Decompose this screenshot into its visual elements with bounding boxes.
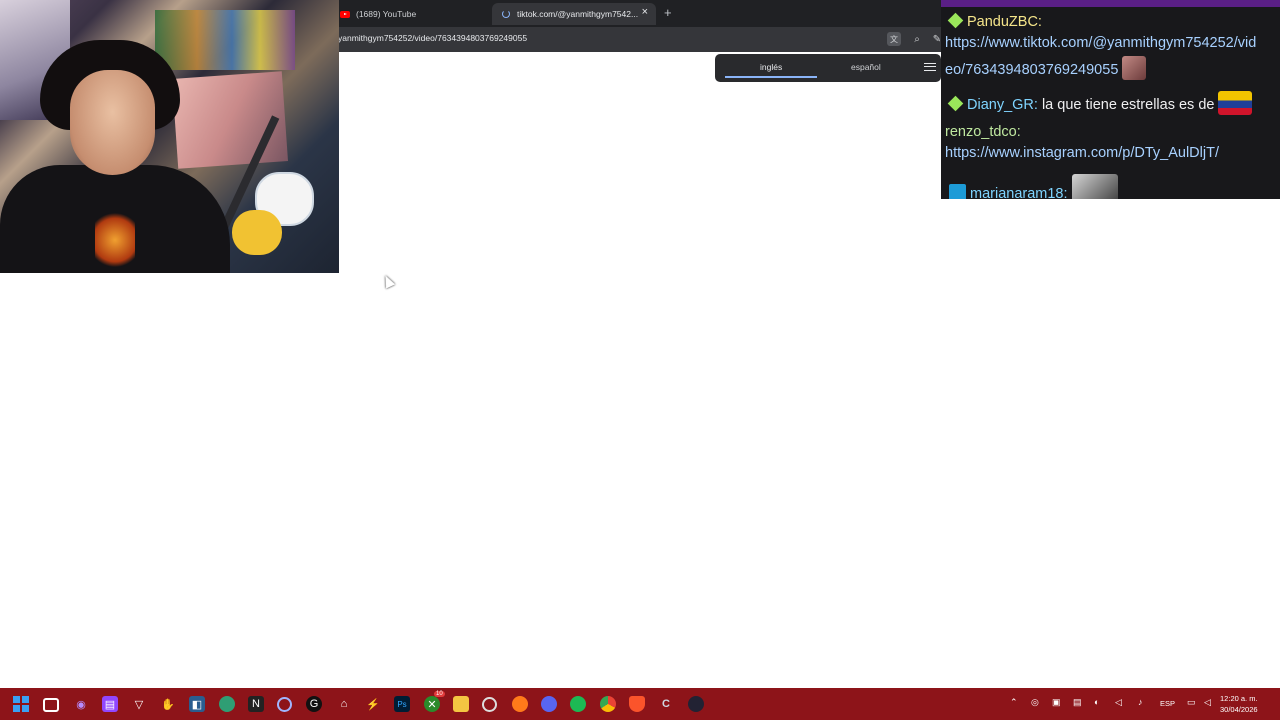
speaker-icon[interactable]: ◁ xyxy=(1204,697,1211,708)
app-icon[interactable]: ▽ xyxy=(131,696,147,712)
app-icon[interactable]: ✋ xyxy=(160,696,176,712)
translate-icon[interactable]: 文 xyxy=(887,32,901,46)
chat-link[interactable]: https://www.tiktok.com/@yanmithgym754252… xyxy=(945,30,1256,56)
image-emote-icon xyxy=(1071,174,1118,199)
url-field[interactable]: yanmithgym754252/video/76343948037692490… xyxy=(338,33,527,43)
chat-message: marianaram18: xyxy=(945,174,1118,199)
photoshop-icon[interactable]: Ps xyxy=(394,696,410,712)
badge-icon xyxy=(947,95,964,112)
notification-badge: 10 xyxy=(434,691,445,697)
tab-tiktok-label: tiktok.com/@yanmithgym7542... xyxy=(517,9,639,19)
youtube-icon xyxy=(340,10,350,18)
network-icon[interactable]: ▭ xyxy=(1187,697,1196,708)
streamer-face xyxy=(70,70,155,175)
flag-emote-icon xyxy=(1218,91,1253,115)
new-tab-button[interactable]: + xyxy=(664,5,672,20)
tab-tiktok[interactable]: tiktok.com/@yanmithgym7542... × xyxy=(492,3,656,25)
emote-icon xyxy=(1122,56,1147,80)
chat-text: la que tiene estrellas es de xyxy=(1041,97,1215,113)
tray-icon[interactable]: ▣ xyxy=(1052,697,1061,708)
chat-overlay: PanduZBC: https://www.tiktok.com/@yanmit… xyxy=(941,0,1280,199)
steam-icon[interactable]: ◐ xyxy=(1094,697,1099,707)
clock-date: 30/04/2026 xyxy=(1220,705,1258,714)
translate-source-tab[interactable]: inglés xyxy=(760,62,782,72)
shirt-graphic xyxy=(95,210,135,270)
chat-link[interactable]: eo/7634394803769249055 xyxy=(945,62,1118,78)
chat-message: Diany_GR: la que tiene estrellas es de xyxy=(945,91,1253,118)
tab-youtube[interactable]: (1689) YouTube xyxy=(338,3,488,25)
chat-username: marianaram18: xyxy=(970,186,1068,199)
app-icon[interactable]: ◧ xyxy=(189,696,205,712)
chat-username: Diany_GR: xyxy=(967,97,1038,113)
tray-icon[interactable]: ▤ xyxy=(1073,697,1082,708)
menu-icon[interactable] xyxy=(924,60,936,73)
webcam-overlay xyxy=(0,0,339,273)
system-clock[interactable]: 12:20 a. m. 30/04/2026 xyxy=(1220,693,1258,715)
chrome-icon[interactable] xyxy=(600,696,616,712)
microphone-icon[interactable]: ♪ xyxy=(1138,697,1143,707)
chrome-dev-icon[interactable] xyxy=(482,697,497,712)
chat-header-strip xyxy=(941,0,1280,7)
chat-username: PanduZBC: xyxy=(967,14,1042,30)
badge-icon xyxy=(947,12,964,29)
clock-time: 12:20 a. m. xyxy=(1220,694,1258,703)
edge-icon[interactable] xyxy=(219,696,235,712)
brave-icon[interactable] xyxy=(629,696,645,712)
active-tab-indicator xyxy=(725,76,817,78)
obs-icon[interactable]: ◉ xyxy=(73,696,89,712)
twitch-icon[interactable]: ▤ xyxy=(102,696,118,712)
app-icon[interactable] xyxy=(277,697,292,712)
app-icon[interactable] xyxy=(688,696,704,712)
loading-spinner-icon xyxy=(502,10,510,18)
app-icon[interactable]: N xyxy=(248,696,264,712)
language-indicator[interactable]: ESP xyxy=(1160,699,1175,708)
terminal-icon[interactable] xyxy=(43,698,59,712)
spotify-icon[interactable] xyxy=(570,696,586,712)
windows-start-icon[interactable] xyxy=(13,696,29,712)
tab-youtube-label: (1689) YouTube xyxy=(356,9,417,19)
translate-popup: inglés español xyxy=(715,54,941,82)
app-icon[interactable]: ⚡ xyxy=(365,696,381,712)
toy-shelf xyxy=(155,10,295,70)
app-icon[interactable]: ⌂ xyxy=(336,696,352,712)
tray-icon[interactable]: ◎ xyxy=(1031,697,1039,708)
windows-taskbar: ◉ ▤ ▽ ✋ ◧ N G ⌂ ⚡ Ps ✕ 10 C ⌃ ◎ ▣ ▤ ◐ ◁ … xyxy=(0,688,1280,720)
chat-message: eo/7634394803769249055 xyxy=(945,56,1147,83)
file-explorer-icon[interactable] xyxy=(453,696,469,712)
app-icon[interactable]: G xyxy=(306,696,322,712)
zoom-icon[interactable]: ⌕ xyxy=(910,32,924,46)
firefox-icon[interactable] xyxy=(512,696,528,712)
close-tab-icon[interactable]: × xyxy=(642,6,648,18)
plush-toy xyxy=(232,210,282,255)
volume-icon[interactable]: ◁ xyxy=(1115,697,1122,708)
app-icon[interactable]: C xyxy=(658,696,674,712)
translate-target-tab[interactable]: español xyxy=(851,62,881,72)
chat-link[interactable]: https://www.instagram.com/p/DTy_AulDljT/ xyxy=(945,140,1219,166)
discord-icon[interactable] xyxy=(541,696,557,712)
xbox-icon[interactable]: ✕ xyxy=(424,696,440,712)
chevron-up-icon[interactable]: ⌃ xyxy=(1010,697,1018,708)
moderator-badge-icon xyxy=(949,184,966,199)
